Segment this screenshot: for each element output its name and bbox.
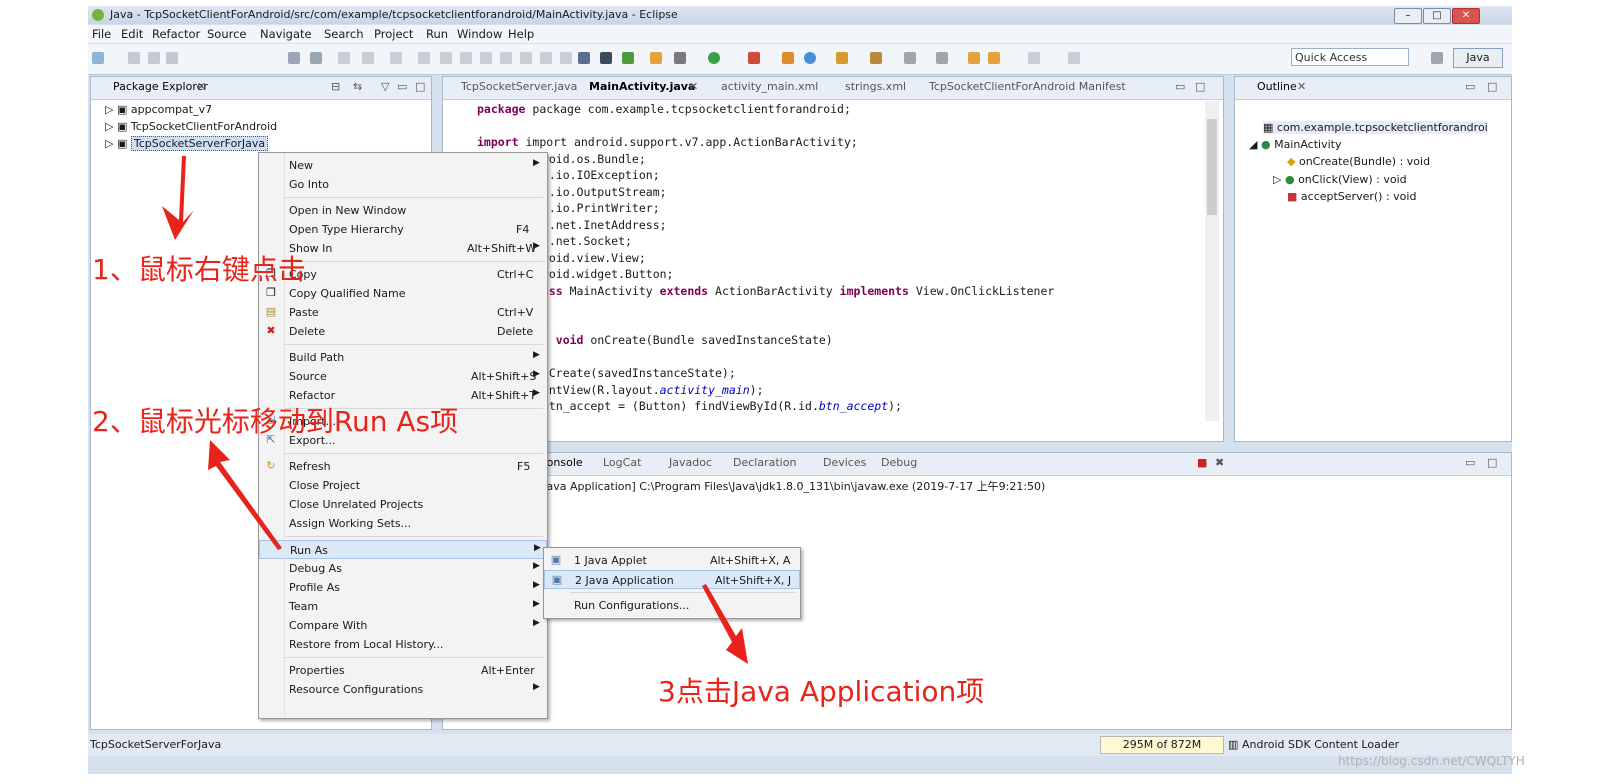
arrow-step1: [162, 156, 194, 240]
arrow-step2: [208, 440, 282, 550]
watermark: https://blog.csdn.net/CWQLTYH: [1338, 754, 1525, 768]
annotation-step2: 2、鼠标光标移动到Run As项: [92, 405, 459, 438]
annotation-step3: 3点击Java Application项: [658, 675, 985, 708]
annotation-arrows: [162, 156, 748, 664]
annotation-step1: 1、鼠标右键点击: [92, 253, 306, 286]
arrow-step3: [702, 584, 748, 664]
